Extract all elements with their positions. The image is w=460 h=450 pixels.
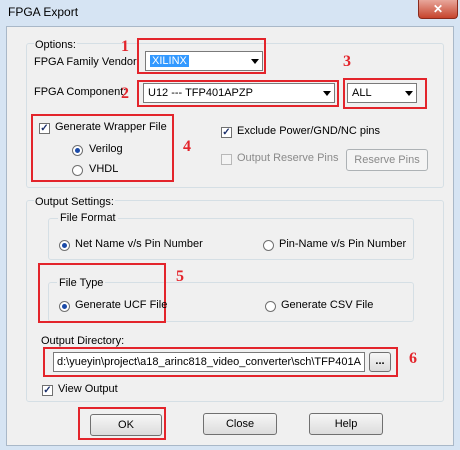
pin-filter-value: ALL: [352, 87, 372, 99]
ucf-label: Generate UCF File: [75, 299, 168, 311]
component-label: FPGA Component:: [34, 86, 127, 98]
annotation-5: 5: [176, 268, 184, 285]
chevron-down-icon: [405, 91, 413, 96]
wrapper-checkbox[interactable]: ✓: [39, 123, 50, 134]
component-select[interactable]: U12 --- TFP401APZP: [143, 83, 335, 103]
ok-button[interactable]: OK: [90, 414, 162, 436]
exclude-pins-checkbox[interactable]: ✓: [221, 127, 232, 138]
output-directory-label: Output Directory:: [41, 335, 125, 347]
annotation-3: 3: [343, 53, 351, 70]
vendor-select[interactable]: XILINX: [145, 51, 263, 71]
file-type-label: File Type: [57, 277, 106, 289]
csv-label: Generate CSV File: [281, 299, 374, 311]
close-button[interactable]: Close: [203, 413, 277, 435]
annotation-box-5: [38, 263, 166, 323]
vendor-select-value: XILINX: [150, 55, 189, 67]
annotation-6: 6: [409, 350, 417, 367]
verilog-radio[interactable]: [72, 145, 83, 156]
output-settings-label: Output Settings:: [34, 196, 115, 208]
output-directory-input[interactable]: d:\yueyin\project\a18_arinc818_video_con…: [53, 352, 365, 372]
window-close-button[interactable]: ✕: [418, 0, 458, 19]
net-name-radio[interactable]: [59, 240, 70, 251]
pin-name-label: Pin-Name v/s Pin Number: [279, 238, 407, 250]
help-button[interactable]: Help: [309, 413, 383, 435]
verilog-label: Verilog: [89, 143, 123, 155]
pin-filter-select[interactable]: ALL: [347, 83, 417, 103]
component-select-value: U12 --- TFP401APZP: [148, 87, 253, 99]
annotation-1: 1: [121, 38, 129, 55]
exclude-pins-label: Exclude Power/GND/NC pins: [237, 125, 381, 137]
close-icon: ✕: [432, 2, 444, 16]
net-name-label: Net Name v/s Pin Number: [75, 238, 203, 250]
vhdl-radio[interactable]: [72, 165, 83, 176]
vendor-label: FPGA Family Vendor:: [34, 56, 140, 68]
window-border-right: [454, 26, 460, 450]
annotation-2: 2: [121, 85, 129, 102]
options-group-label: Options:: [34, 39, 77, 51]
window-title: FPGA Export: [8, 5, 79, 19]
output-reserve-label: Output Reserve Pins: [237, 152, 339, 164]
annotation-4: 4: [183, 138, 191, 155]
view-output-checkbox[interactable]: ✓: [42, 385, 53, 396]
reserve-pins-button[interactable]: Reserve Pins: [346, 149, 428, 171]
view-output-label: View Output: [58, 383, 118, 395]
window-border-bottom: [0, 446, 460, 450]
browse-button[interactable]: ...: [369, 352, 391, 372]
output-reserve-checkbox[interactable]: [221, 154, 232, 165]
chevron-down-icon: [251, 59, 259, 64]
vhdl-label: VHDL: [89, 163, 119, 175]
csv-radio[interactable]: [265, 301, 276, 312]
chevron-down-icon: [323, 91, 331, 96]
wrapper-label: Generate Wrapper File: [55, 121, 167, 133]
pin-name-radio[interactable]: [263, 240, 274, 251]
ucf-radio[interactable]: [59, 301, 70, 312]
file-format-label: File Format: [58, 212, 118, 224]
